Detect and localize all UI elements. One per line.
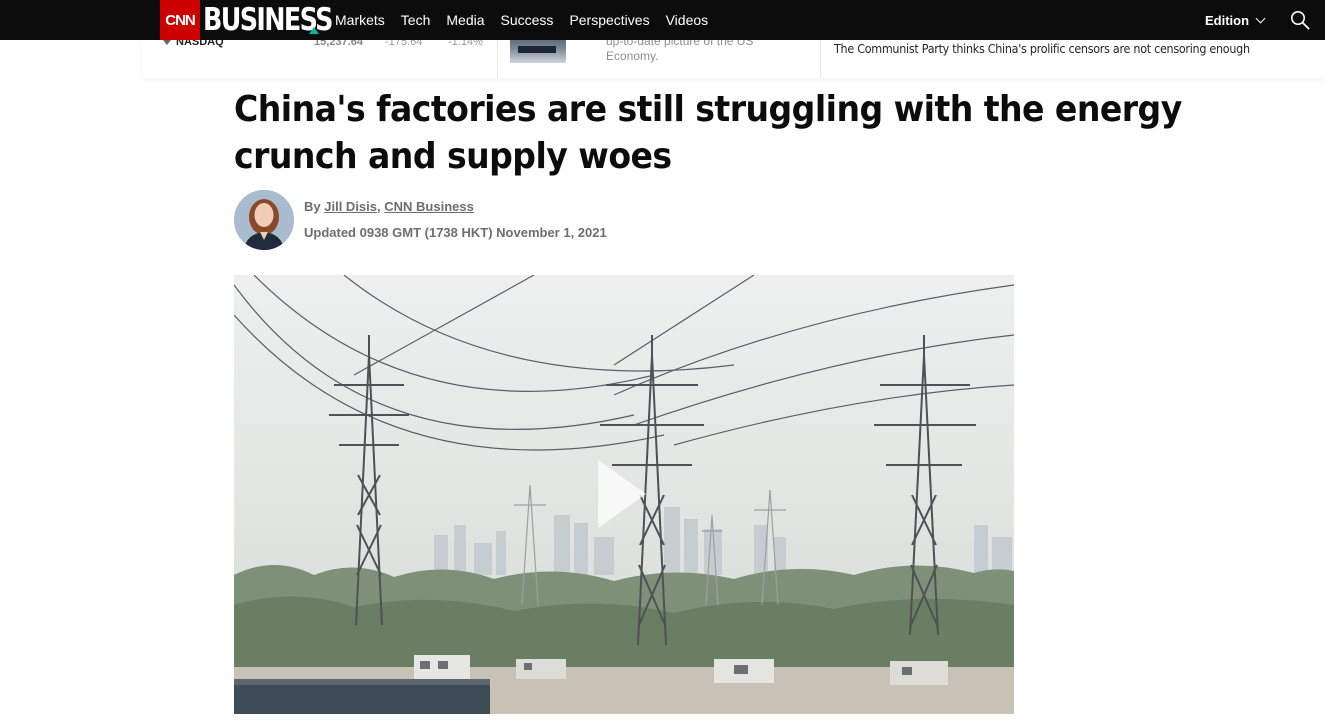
nav-item-videos[interactable]: Videos — [666, 12, 709, 28]
cnn-logo[interactable]: CNN — [160, 0, 200, 40]
nav-item-media[interactable]: Media — [446, 12, 484, 28]
market-index-change: -175.64 — [385, 40, 423, 48]
down-arrow-icon — [163, 40, 171, 45]
chevron-down-icon — [1255, 13, 1266, 23]
logo-accent-triangle — [309, 27, 319, 34]
byline: By Jill Disis, CNN Business — [304, 199, 474, 214]
nav-item-perspectives[interactable]: Perspectives — [569, 12, 649, 28]
nav-item-success[interactable]: Success — [501, 12, 554, 28]
play-icon[interactable] — [596, 458, 648, 530]
market-index-value: 15,237.64 — [314, 40, 363, 48]
search-icon[interactable] — [1290, 10, 1310, 30]
divider — [820, 40, 821, 78]
market-index-change-pct: -1.14% — [448, 40, 483, 48]
byline-separator: , — [377, 199, 381, 214]
nav-item-tech[interactable]: Tech — [401, 12, 431, 28]
nav-item-markets[interactable]: Markets — [335, 12, 385, 28]
market-index-name[interactable]: NASDAQ — [176, 40, 224, 48]
related-headline-link[interactable]: The Communist Party thinks China's proli… — [834, 42, 1250, 56]
edition-label: Edition — [1205, 12, 1250, 28]
author-link[interactable]: Jill Disis — [324, 199, 377, 214]
market-strip: NASDAQ 15,237.64 -175.64 -1.14% up-to-da… — [142, 40, 1325, 78]
business-logo[interactable]: BUSINESS — [203, 0, 333, 40]
byline-prefix: By — [304, 199, 321, 214]
author-avatar[interactable] — [234, 190, 294, 250]
source-link[interactable]: CNN Business — [384, 199, 474, 214]
edition-button[interactable]: Edition — [1205, 0, 1266, 40]
article-title: China's factories are still struggling w… — [234, 89, 1182, 177]
top-navigation-bar: CNN BUSINESS Markets Tech Media Success … — [0, 0, 1325, 40]
updated-timestamp: Updated 0938 GMT (1738 HKT) November 1, … — [304, 225, 607, 240]
promo-text[interactable]: up-to-date picture of the US Economy. — [606, 40, 786, 64]
main-nav: Markets Tech Media Success Perspectives … — [335, 0, 724, 40]
promo-thumbnail[interactable] — [510, 40, 566, 63]
divider — [497, 40, 498, 78]
